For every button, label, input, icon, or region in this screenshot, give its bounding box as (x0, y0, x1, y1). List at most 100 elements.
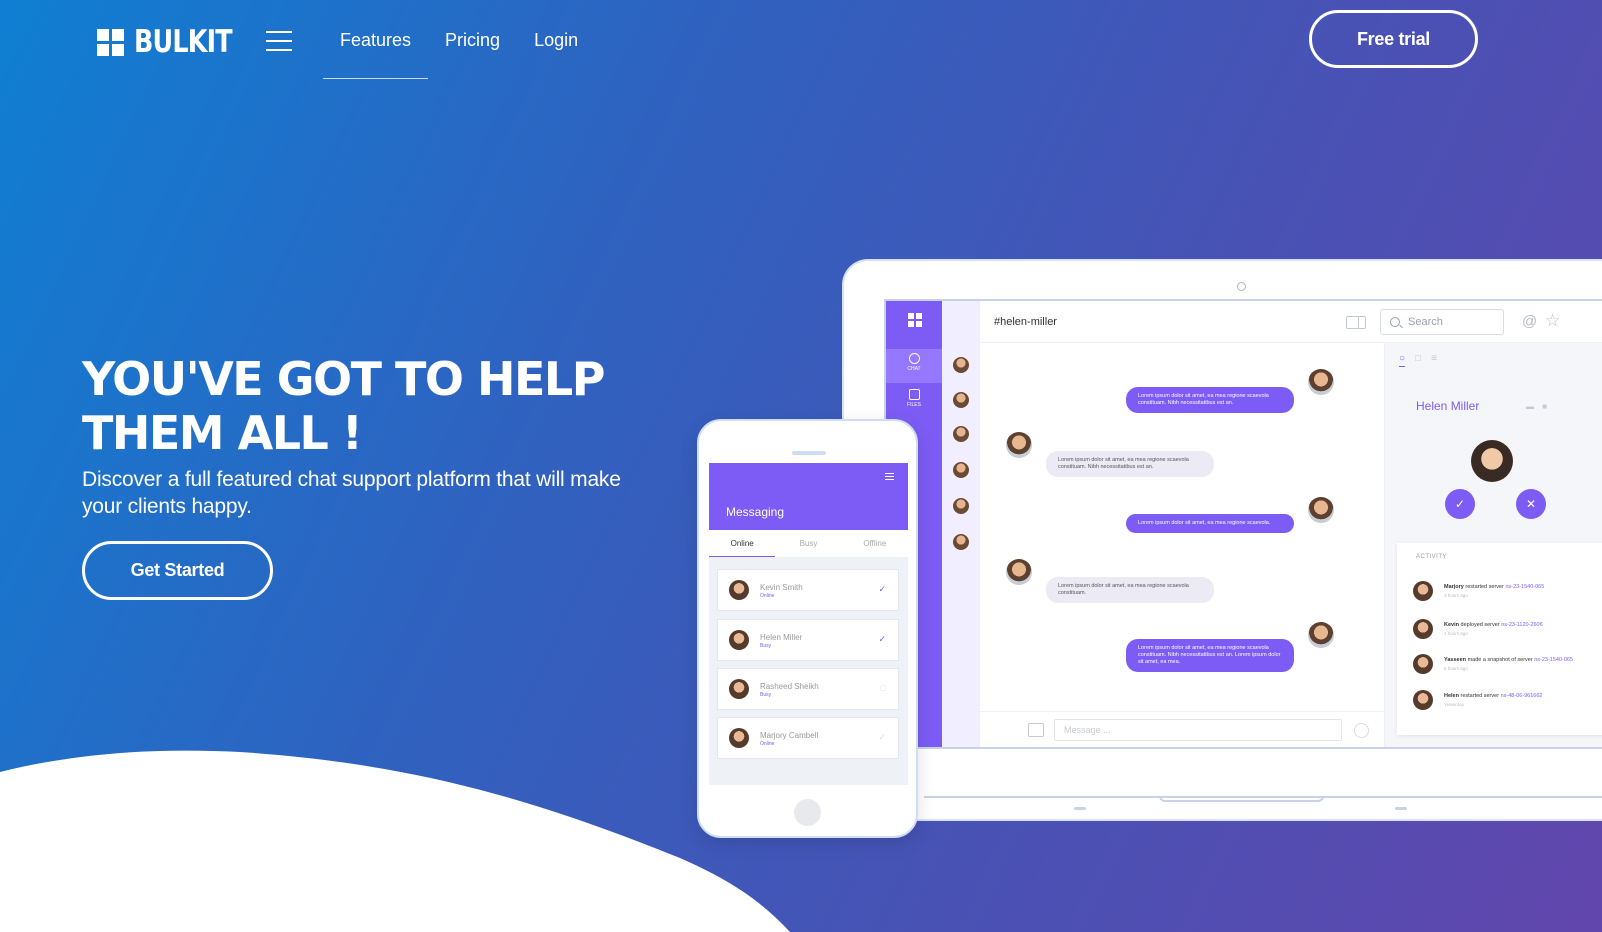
channel-name: #helen-miller (994, 316, 1057, 328)
contact-avatar (729, 728, 749, 748)
activity-text: Marjory restarted server ns-23-1540-065 (1444, 584, 1545, 590)
laptop-screen: CHAT FILES #helen-miller Search @ ☆ Lore… (884, 299, 1602, 749)
contact-avatar (729, 679, 749, 699)
activity-avatar (1413, 654, 1433, 674)
contact-avatar[interactable] (953, 462, 969, 478)
contact-avatar[interactable] (953, 534, 969, 550)
chat-header: #helen-miller Search @ ☆ (980, 301, 1602, 343)
search-icon (1390, 317, 1400, 327)
phone-speaker (792, 451, 826, 455)
hero-title-line-2: THEM ALL ! (82, 406, 363, 460)
laptop-hinge (1159, 796, 1324, 802)
sender-avatar (1308, 497, 1334, 523)
search-placeholder: Search (1408, 316, 1443, 328)
activity-avatar (1413, 619, 1433, 639)
phone-app-header: Messaging (709, 463, 908, 530)
profile-tabs: ○ □ ≡ (1399, 353, 1437, 367)
contact-status: Busy (760, 692, 772, 698)
phone-screen: Messaging Online Busy Offline Kevin Smit… (709, 463, 908, 785)
checkmark-icon[interactable]: ✓ (878, 732, 886, 743)
panel-toggle-icon[interactable] (1346, 316, 1366, 329)
activity-time: 3 hours ago (1444, 593, 1468, 598)
send-icon[interactable] (1354, 723, 1369, 738)
contact-card[interactable]: Rasheed Sheikh Busy □ (717, 668, 899, 710)
free-trial-button[interactable]: Free trial (1309, 10, 1478, 68)
contact-avatar[interactable] (953, 357, 969, 373)
activity-item: Kevin deployed server ns-23-1120-2606 4 … (1413, 619, 1602, 643)
chat-icon (908, 353, 920, 364)
message-bubble: Lorem ipsum dolor sit amet, ea mea regio… (1046, 577, 1214, 603)
search-input[interactable]: Search (1380, 309, 1504, 335)
phone-menu-icon[interactable] (885, 473, 894, 480)
activity-avatar (1413, 690, 1433, 710)
image-upload-icon[interactable] (1028, 723, 1044, 737)
phone-app-title: Messaging (726, 505, 785, 519)
contact-avatar[interactable] (953, 426, 969, 442)
message-list: Lorem ipsum dolor sit amet, ea mea regio… (980, 343, 1384, 709)
activity-text: Kevin deployed server ns-23-1120-2606 (1444, 622, 1543, 628)
brand-logo[interactable]: BULKIT (97, 24, 253, 60)
contact-card[interactable]: Kevin Smith Online ✓ (717, 569, 899, 611)
activity-item: Marjory restarted server ns-23-1540-065 … (1413, 581, 1602, 605)
contact-name: Marjory Cambell (760, 731, 819, 740)
tab-online[interactable]: Online (709, 530, 776, 557)
contact-avatar[interactable] (953, 392, 969, 408)
hero-subtitle: Discover a full featured chat support pl… (82, 468, 621, 518)
contact-status: Busy (760, 643, 772, 649)
contact-status: Online (760, 741, 775, 747)
contact-avatar (729, 580, 749, 600)
profile-pane: ○ □ ≡ Helen Miller ▬ ■ ✓ ✕ ACTIVITY Marj… (1384, 343, 1602, 747)
star-icon[interactable]: ☆ (1545, 311, 1560, 331)
sender-avatar (1308, 369, 1334, 395)
hamburger-menu-icon[interactable] (266, 31, 292, 51)
laptop-mockup: CHAT FILES #helen-miller Search @ ☆ Lore… (842, 259, 1602, 821)
unchecked-box-icon[interactable]: □ (881, 683, 886, 693)
activity-item: Helen restarted server ns-48-06-961662 Y… (1413, 690, 1602, 714)
message-bubble: Lorem ipsum dolor sit amet, ea mea regio… (1046, 451, 1214, 477)
checkmark-icon[interactable]: ✓ (878, 634, 886, 645)
nav-link-features[interactable]: Features (323, 0, 429, 80)
profile-name: Helen Miller (1416, 399, 1480, 413)
profile-tab-icon[interactable]: ○ (1399, 353, 1406, 367)
rail-chat-item[interactable]: CHAT (886, 349, 942, 383)
activity-item: Yasseen made a snapshot of server ns-23-… (1413, 654, 1602, 678)
tab-offline[interactable]: Offline (842, 530, 908, 557)
files-tab-icon[interactable]: □ (1415, 353, 1421, 367)
contact-name: Kevin Smith (760, 583, 803, 592)
laptop-foot (1074, 807, 1086, 810)
brand-name: BULKIT (134, 24, 233, 60)
rail-chat-label: CHAT (907, 366, 921, 372)
activity-text: Helen restarted server ns-48-06-961662 (1444, 693, 1543, 699)
decline-close-icon[interactable]: ✕ (1516, 489, 1546, 519)
call-icons[interactable]: ▬ ■ (1526, 402, 1550, 411)
hero-title-line-1: YOU'VE GOT TO HELP (82, 352, 605, 406)
contact-avatar[interactable] (953, 498, 969, 514)
mention-icon[interactable]: @ (1522, 313, 1537, 330)
message-input[interactable]: Message ... (1054, 719, 1342, 741)
app-logo-icon (908, 313, 922, 327)
hero-title: YOU'VE GOT TO HELP THEM ALL ! (82, 352, 682, 460)
phone-home-button[interactable] (794, 799, 821, 826)
contact-name: Rasheed Sheikh (760, 682, 819, 691)
phone-status-tabs: Online Busy Offline (709, 530, 908, 557)
sender-avatar (1006, 432, 1032, 458)
list-tab-icon[interactable]: ≡ (1431, 353, 1437, 367)
activity-time: 4 hours ago (1444, 631, 1468, 636)
nav-link-pricing[interactable]: Pricing (428, 0, 517, 80)
message-bubble: Lorem ipsum dolor sit amet, ea mea regio… (1126, 387, 1294, 413)
rail-files-item[interactable]: FILES (886, 385, 942, 419)
contact-card[interactable]: Helen Miller Busy ✓ (717, 619, 899, 661)
nav-link-login[interactable]: Login (517, 0, 595, 80)
files-icon (908, 389, 920, 400)
accept-check-icon[interactable]: ✓ (1445, 489, 1475, 519)
sender-avatar (1308, 622, 1334, 648)
contact-avatar (729, 630, 749, 650)
contact-card[interactable]: Marjory Cambell Online ✓ (717, 717, 899, 759)
phone-mockup: Messaging Online Busy Offline Kevin Smit… (697, 419, 918, 838)
get-started-button[interactable]: Get Started (82, 541, 273, 600)
tab-busy[interactable]: Busy (775, 530, 841, 557)
activity-card: ACTIVITY Marjory restarted server ns-23-… (1397, 543, 1602, 735)
activity-text: Yasseen made a snapshot of server ns-23-… (1444, 657, 1574, 663)
checkmark-icon[interactable]: ✓ (878, 584, 886, 595)
rail-files-label: FILES (907, 402, 921, 408)
